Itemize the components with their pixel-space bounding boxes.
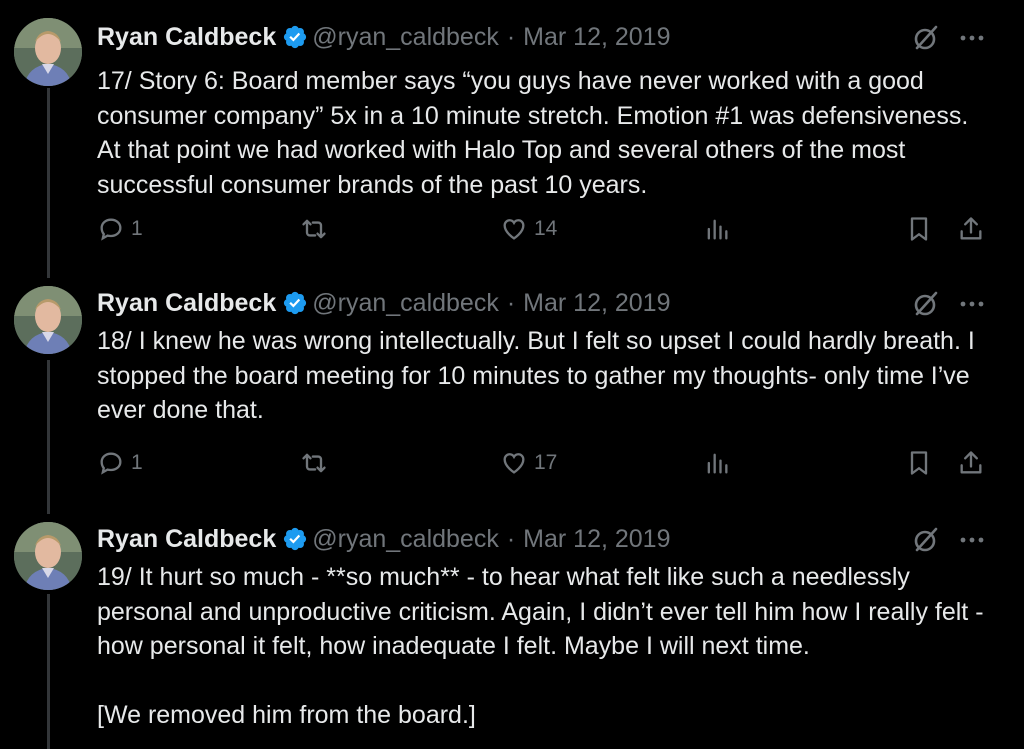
avatar-image (14, 18, 82, 86)
tweet-text: 17/ Story 6: Board member says “you guys… (97, 67, 974, 199)
separator-dot: · (506, 288, 516, 317)
tweet-date[interactable]: Mar 12, 2019 (523, 23, 670, 52)
tweet[interactable]: Ryan Caldbeck @ryan_caldbeck · Mar 12, 2… (0, 520, 1024, 749)
share-button[interactable] (957, 215, 985, 243)
share-icon (960, 217, 982, 240)
author-name[interactable]: Ryan Caldbeck (97, 23, 276, 52)
like-icon (503, 219, 525, 240)
avatar-image (14, 286, 82, 354)
like-icon (503, 453, 525, 474)
like-button[interactable]: 14 (500, 215, 557, 243)
retweet-button[interactable] (300, 449, 334, 477)
author-name[interactable]: Ryan Caldbeck (97, 289, 276, 318)
author-handle[interactable]: @ryan_caldbeck (312, 525, 499, 554)
tweet-header: Ryan Caldbeck @ryan_caldbeck · Mar 12, 2… (97, 20, 671, 54)
like-count: 17 (534, 451, 558, 474)
reply-icon (100, 218, 122, 241)
views-icon (707, 453, 728, 474)
tweet-date[interactable]: Mar 12, 2019 (523, 289, 670, 318)
retweet-icon (302, 453, 326, 473)
author-name[interactable]: Ryan Caldbeck (97, 525, 276, 554)
verified-badge-icon (284, 291, 307, 315)
views-icon (707, 219, 728, 240)
tweet[interactable]: Ryan Caldbeck @ryan_caldbeck · Mar 12, 2… (0, 14, 1024, 264)
bookmark-button[interactable] (905, 449, 933, 477)
like-button[interactable]: 17 (500, 449, 557, 477)
reply-count: 1 (131, 451, 143, 474)
tweet-header: Ryan Caldbeck @ryan_caldbeck · Mar 12, 2… (97, 522, 671, 556)
retweet-icon (302, 219, 326, 239)
tweet-text: 18/ I knew he was wrong intellectually. … (97, 327, 982, 424)
avatar[interactable] (14, 286, 82, 354)
avatar[interactable] (14, 18, 82, 86)
avatar-image (14, 522, 82, 590)
tweet-header: Ryan Caldbeck @ryan_caldbeck · Mar 12, 2… (97, 286, 671, 320)
like-count: 14 (534, 217, 558, 240)
bookmark-icon (910, 217, 928, 241)
tweet-actions: 1 14 (0, 215, 1024, 249)
avatar[interactable] (14, 522, 82, 590)
retweet-button[interactable] (300, 215, 334, 243)
grok-icon[interactable] (912, 24, 940, 52)
share-button[interactable] (957, 449, 985, 477)
more-icon[interactable] (958, 292, 986, 316)
author-handle[interactable]: @ryan_caldbeck (312, 23, 499, 52)
tweet[interactable]: Ryan Caldbeck @ryan_caldbeck · Mar 12, 2… (0, 284, 1024, 500)
author-handle[interactable]: @ryan_caldbeck (312, 289, 499, 318)
tweet-actions: 1 17 (0, 449, 1024, 483)
tweet-date[interactable]: Mar 12, 2019 (523, 525, 670, 554)
views-button[interactable] (703, 449, 731, 477)
reply-count: 1 (131, 217, 143, 240)
more-icon[interactable] (958, 528, 986, 552)
verified-badge-icon (284, 527, 307, 551)
reply-icon (100, 452, 122, 475)
reply-button[interactable]: 1 (97, 215, 143, 243)
tweet-text: 19/ It hurt so much - **so much** - to h… (97, 563, 984, 729)
bookmark-button[interactable] (905, 215, 933, 243)
separator-dot: · (506, 524, 516, 553)
grok-icon[interactable] (912, 290, 940, 318)
more-icon[interactable] (958, 26, 986, 50)
bookmark-icon (910, 451, 928, 475)
reply-button[interactable]: 1 (97, 449, 143, 477)
views-button[interactable] (703, 215, 731, 243)
grok-icon[interactable] (912, 526, 940, 554)
share-icon (960, 451, 982, 474)
separator-dot: · (506, 22, 516, 51)
verified-badge-icon (284, 25, 307, 49)
